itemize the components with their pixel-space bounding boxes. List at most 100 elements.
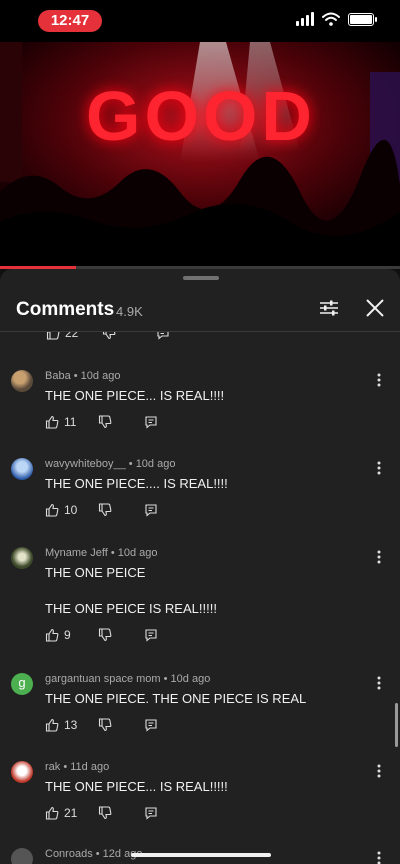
thumbs-up-icon [45,415,59,429]
comment-actions: 9 [45,628,158,642]
thumbs-down-icon[interactable] [102,332,116,340]
more-options-icon[interactable] [376,675,382,691]
reply-icon[interactable] [144,806,158,820]
more-options-icon[interactable] [376,372,382,388]
comment-age: 10d ago [117,547,158,559]
more-options-icon[interactable] [376,460,382,476]
reply-icon[interactable] [144,718,158,732]
comment-actions-partial: 22 [46,332,170,340]
meta-separator: • [70,370,81,382]
commenter-avatar[interactable]: g [11,673,33,695]
video-player[interactable]: GOOD [0,42,400,268]
thumbs-down-icon[interactable] [98,628,112,642]
like-button[interactable]: 11 [45,415,82,429]
filter-sort-icon[interactable] [316,295,342,321]
meta-separator: • [160,673,171,685]
like-count: 22 [65,332,79,340]
status-icons [296,12,377,26]
comment-meta: wavywhiteboy__ • 10d ago [45,458,175,470]
drag-handle[interactable] [183,276,219,280]
comment-actions: 11 [45,415,158,429]
comment-author[interactable]: Conroads [45,848,93,860]
comments-title: Comments [16,299,115,320]
like-button[interactable]: 22 [46,332,78,340]
thumbs-up-icon [45,503,59,517]
comment-meta: Myname Jeff • 10d ago [45,547,158,559]
comment-text: THE ONE PIECE... IS REAL!!!! [45,387,224,405]
reply-icon[interactable] [144,628,158,642]
comment-age: 10d ago [80,370,121,382]
meta-separator: • [92,848,103,860]
comment-text: THE ONE PEICE THE ONE PEICE IS REAL!!!!! [45,564,217,618]
comment-text: THE ONE PIECE. THE ONE PIECE IS REAL [45,690,306,708]
comment-age: 11d ago [70,761,110,773]
thumbs-up-icon [45,718,59,732]
comment-meta: Baba • 10d ago [45,370,120,382]
comment-meta: rak • 11d ago [45,761,109,773]
like-button[interactable]: 13 [45,718,82,732]
meta-separator: • [60,761,71,773]
reply-icon[interactable] [156,332,170,340]
status-bar: 12:47 [0,0,400,42]
battery-icon [348,12,377,26]
comment-text-line: THE ONE PIECE. THE ONE PIECE IS REAL [45,691,307,706]
comment-text: THE ONE PIECE... IS REAL!!!!! [45,778,228,796]
comment-author[interactable]: Myname Jeff [45,547,108,559]
comment-meta: Conroads • 12d ago [45,848,142,860]
like-button[interactable]: 21 [45,806,82,820]
thumbs-down-icon[interactable] [98,415,112,429]
comment-text-line: THE ONE PIECE.... IS REAL!!!! [45,476,228,491]
comment-actions: 21 [45,806,158,820]
close-icon[interactable] [362,295,388,321]
wifi-icon [322,12,340,26]
stage-sign-text: GOOD [86,77,316,155]
comment-text-line: THE ONE PEICE IS REAL!!!!! [45,601,217,616]
meta-separator: • [125,458,136,470]
comment-actions: 10 [45,503,158,517]
like-button[interactable]: 10 [45,503,82,517]
like-count: 10 [64,503,78,517]
commenter-avatar[interactable] [11,458,33,480]
comment-text: THE ONE PIECE.... IS REAL!!!! [45,475,228,493]
thumbs-down-icon[interactable] [98,503,112,517]
comment-author[interactable]: wavywhiteboy__ [45,458,126,470]
like-count: 11 [64,415,77,429]
comment-actions: 13 [45,718,158,732]
comments-list[interactable]: 22 Baba • 10d ago THE ONE PIECE... IS REA… [0,332,400,864]
thumbs-down-icon[interactable] [98,718,112,732]
more-options-icon[interactable] [376,763,382,779]
more-options-icon[interactable] [376,549,382,565]
cellular-signal-icon [296,12,314,26]
like-count: 9 [64,628,71,642]
comment-text-line: THE ONE PEICE [45,565,146,580]
comment-text-line: THE ONE PIECE... IS REAL!!!! [45,388,225,403]
meta-separator: • [107,547,118,559]
like-count: 21 [64,806,78,820]
thumbs-up-icon [45,806,59,820]
reply-icon[interactable] [144,503,158,517]
comment-text-line [45,582,217,600]
comment-text-line: THE ONE PIECE... IS REAL!!!!! [45,779,228,794]
reply-icon[interactable] [144,415,158,429]
thumbs-down-icon[interactable] [98,806,112,820]
commenter-avatar[interactable] [11,761,33,783]
comment-author[interactable]: Baba [45,370,71,382]
like-button[interactable]: 9 [45,628,82,642]
comment-author[interactable]: rak [45,761,60,773]
commenter-avatar[interactable] [11,370,33,392]
commenter-avatar[interactable] [11,848,33,864]
comment-age: 10d ago [135,458,176,470]
comment-meta: gargantuan space mom • 10d ago [45,673,210,685]
scrollbar[interactable] [395,703,398,747]
thumbs-up-icon [46,332,60,340]
more-options-icon[interactable] [376,850,382,864]
home-indicator[interactable] [131,853,271,857]
status-time: 12:47 [38,10,102,32]
comments-sheet: Comments 4.9K 22 Baba • 10d ago THE ONE P… [0,269,400,864]
comment-age: 10d ago [170,673,211,685]
like-count: 13 [64,718,78,732]
comment-author[interactable]: gargantuan space mom [45,673,161,685]
comments-count: 4.9K [116,304,143,319]
commenter-avatar[interactable] [11,547,33,569]
thumbs-up-icon [45,628,59,642]
